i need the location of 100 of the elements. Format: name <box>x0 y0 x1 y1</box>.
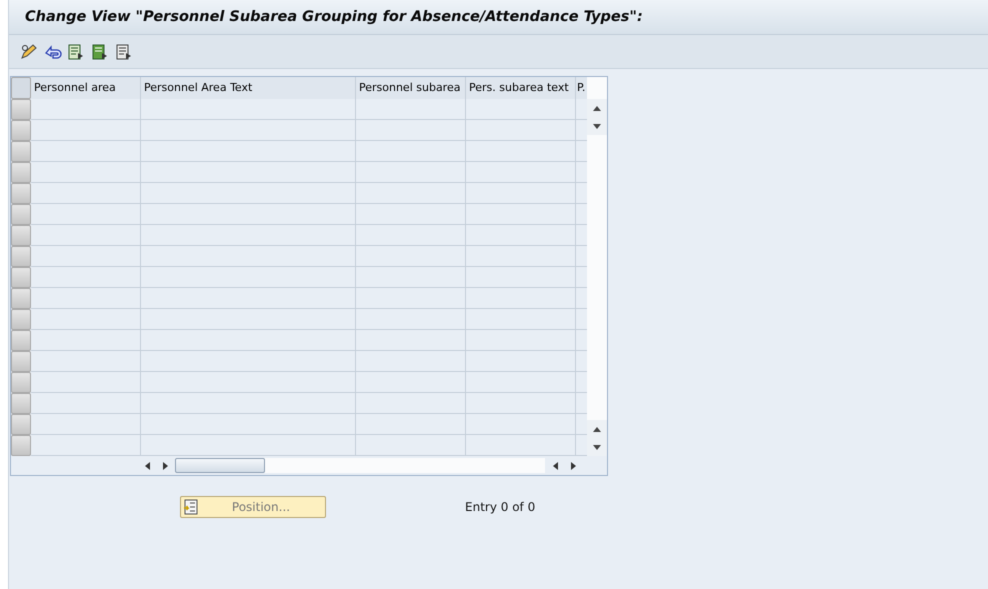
table-cell[interactable] <box>466 372 576 393</box>
table-cell[interactable] <box>356 393 466 414</box>
column-header[interactable]: Personnel Area Text <box>141 77 356 99</box>
table-cell[interactable] <box>141 204 356 225</box>
select-all-button[interactable] <box>11 77 31 99</box>
horizontal-scrollbar[interactable] <box>175 458 545 473</box>
row-selector[interactable] <box>11 120 31 141</box>
position-button[interactable]: Position... <box>180 496 326 518</box>
table-cell[interactable] <box>356 330 466 351</box>
scroll-down-icon[interactable] <box>593 124 601 128</box>
row-selector[interactable] <box>11 225 31 246</box>
table-cell[interactable] <box>466 246 576 267</box>
table-cell[interactable] <box>141 372 356 393</box>
table-cell[interactable] <box>356 414 466 435</box>
table-cell[interactable] <box>466 120 576 141</box>
table-cell[interactable] <box>31 414 141 435</box>
table-cell[interactable] <box>141 351 356 372</box>
table-cell[interactable] <box>466 99 576 120</box>
table-cell[interactable] <box>31 309 141 330</box>
table-cell[interactable] <box>356 225 466 246</box>
table-cell[interactable] <box>466 225 576 246</box>
table-cell[interactable] <box>356 372 466 393</box>
scroll-left-icon[interactable] <box>552 462 558 470</box>
row-selector[interactable] <box>11 372 31 393</box>
table-cell[interactable] <box>141 120 356 141</box>
column-header[interactable]: P. <box>576 77 587 99</box>
row-selector[interactable] <box>11 183 31 204</box>
table-cell[interactable] <box>141 414 356 435</box>
table-cell[interactable] <box>31 393 141 414</box>
scroll-right-icon[interactable] <box>162 462 168 470</box>
table-cell[interactable] <box>141 267 356 288</box>
table-cell[interactable] <box>466 162 576 183</box>
table-cell[interactable] <box>31 162 141 183</box>
table-cell[interactable] <box>141 99 356 120</box>
table-cell[interactable] <box>31 99 141 120</box>
table-cell[interactable] <box>141 225 356 246</box>
table-cell[interactable] <box>141 141 356 162</box>
table-cell[interactable] <box>141 162 356 183</box>
pencil-glasses-icon[interactable] <box>20 44 38 60</box>
table-cell[interactable] <box>31 435 141 456</box>
table-cell[interactable] <box>466 414 576 435</box>
scroll-up-icon[interactable] <box>593 106 601 110</box>
table-cell[interactable] <box>356 267 466 288</box>
table-cell[interactable] <box>356 120 466 141</box>
table-cell[interactable] <box>31 120 141 141</box>
table-cell[interactable] <box>31 141 141 162</box>
table-cell[interactable] <box>31 288 141 309</box>
table-cell[interactable] <box>356 351 466 372</box>
row-selector[interactable] <box>11 204 31 225</box>
table-cell[interactable] <box>356 309 466 330</box>
table-cell[interactable] <box>141 435 356 456</box>
table-cell[interactable] <box>31 372 141 393</box>
table-cell[interactable] <box>356 288 466 309</box>
row-selector[interactable] <box>11 141 31 162</box>
table-cell[interactable] <box>466 351 576 372</box>
table-cell[interactable] <box>141 309 356 330</box>
table-cell[interactable] <box>466 330 576 351</box>
table-cell[interactable] <box>141 246 356 267</box>
scroll-down-icon[interactable] <box>593 444 601 450</box>
table-cell[interactable] <box>466 309 576 330</box>
table-cell[interactable] <box>141 393 356 414</box>
table-cell[interactable] <box>466 267 576 288</box>
column-header[interactable]: Personnel subarea <box>356 77 466 99</box>
table-cell[interactable] <box>31 225 141 246</box>
table-cell[interactable] <box>141 288 356 309</box>
row-selector[interactable] <box>11 330 31 351</box>
table-cell[interactable] <box>141 183 356 204</box>
table-cell[interactable] <box>356 162 466 183</box>
table-cell[interactable] <box>466 183 576 204</box>
table-cell[interactable] <box>466 288 576 309</box>
row-selector[interactable] <box>11 162 31 183</box>
table-cell[interactable] <box>31 183 141 204</box>
column-header[interactable]: Pers. subarea text <box>466 77 576 99</box>
row-selector[interactable] <box>11 267 31 288</box>
table-cell[interactable] <box>356 246 466 267</box>
row-selector[interactable] <box>11 393 31 414</box>
table-cell[interactable] <box>356 204 466 225</box>
table-cell[interactable] <box>356 183 466 204</box>
table-cell[interactable] <box>356 99 466 120</box>
undo-arrow-icon[interactable] <box>44 44 62 60</box>
column-header[interactable]: Personnel area <box>31 77 141 99</box>
table-cell[interactable] <box>466 435 576 456</box>
table-cell[interactable] <box>466 393 576 414</box>
table-cell[interactable] <box>31 330 141 351</box>
table-cell[interactable] <box>466 141 576 162</box>
table-cell[interactable] <box>356 435 466 456</box>
scroll-left-icon[interactable] <box>144 462 150 470</box>
row-selector[interactable] <box>11 246 31 267</box>
table-cell[interactable] <box>31 267 141 288</box>
table-cell[interactable] <box>31 246 141 267</box>
row-selector[interactable] <box>11 288 31 309</box>
row-selector[interactable] <box>11 435 31 456</box>
table-cell[interactable] <box>466 204 576 225</box>
table-cell[interactable] <box>31 204 141 225</box>
row-selector[interactable] <box>11 99 31 120</box>
table-cell[interactable] <box>31 351 141 372</box>
scroll-thumb[interactable] <box>175 458 265 473</box>
table-cell[interactable] <box>356 141 466 162</box>
row-selector[interactable] <box>11 414 31 435</box>
row-selector[interactable] <box>11 309 31 330</box>
